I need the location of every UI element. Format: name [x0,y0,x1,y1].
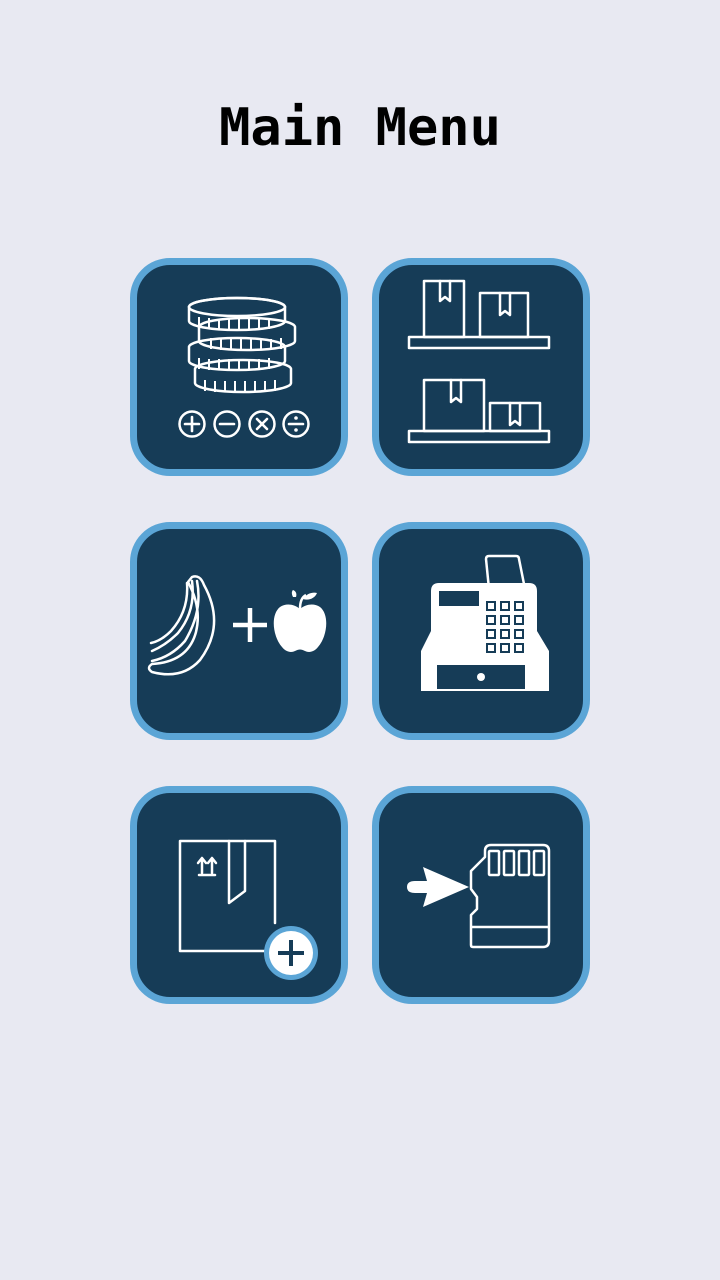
coins-math-icon [178,296,310,438]
menu-tile-new-package[interactable] [130,786,348,1004]
sd-card-arrow-icon [407,843,551,949]
page-title: Main Menu [219,98,501,158]
box-add-icon [178,839,318,980]
banana-plus-apple-icon [147,575,327,676]
menu-tile-sd-card-import[interactable] [372,786,590,1004]
menu-tile-inventory-shelves[interactable] [372,258,590,476]
menu-tile-add-products[interactable] [130,522,348,740]
menu-tile-money-calculations[interactable] [130,258,348,476]
cash-register-icon [421,554,549,691]
menu-tile-cash-register[interactable] [372,522,590,740]
shelves-boxes-icon [407,279,551,444]
